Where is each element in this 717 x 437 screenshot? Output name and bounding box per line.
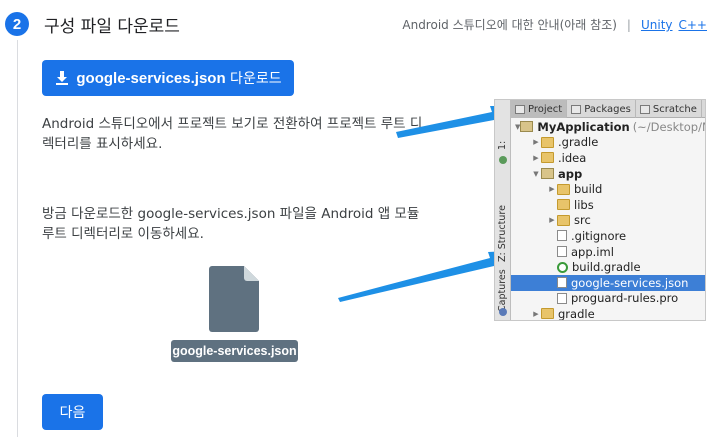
- ide-side-toolbar: 1: Z: Structure Captures: [495, 100, 511, 320]
- step-number-badge: 2: [5, 12, 29, 36]
- side-tab-captures[interactable]: Captures: [497, 262, 509, 312]
- download-suffix: 다운로드: [225, 71, 282, 87]
- tree-item-label: app.iml: [571, 244, 614, 259]
- tree-item-label: .idea: [558, 150, 587, 165]
- tree-item-label: google-services.json: [571, 275, 689, 290]
- tree-item[interactable]: build.gradle: [511, 259, 705, 275]
- tree-item[interactable]: ▼ app: [511, 166, 705, 182]
- ide-view-tabs: Project Packages Scratche: [511, 100, 705, 118]
- android-studio-project-panel: 1: Z: Structure Captures Project Package…: [494, 99, 706, 321]
- step-rail-divider: [17, 40, 18, 437]
- file-name-chip: google-services.json: [171, 340, 298, 362]
- tree-item-label: proguard-rules.pro: [571, 291, 679, 306]
- folder-icon: [541, 136, 554, 148]
- tree-item-label: src: [574, 213, 591, 228]
- tree-item[interactable]: ▶ gradle: [511, 306, 705, 321]
- ide-tab-packages[interactable]: Packages: [567, 100, 636, 118]
- side-tab-project[interactable]: 1:: [497, 126, 509, 150]
- expand-right-icon[interactable]: ▶: [547, 185, 557, 193]
- tree-item-label: build: [574, 182, 603, 197]
- instruction-move-file: 방금 다운로드한 google-services.json 파일을 Androi…: [42, 206, 420, 242]
- expand-right-icon[interactable]: ▶: [531, 138, 541, 146]
- project-file-tree: ▼MyApplication(~/Desktop/My▶.gradle▶.ide…: [511, 119, 705, 321]
- ide-tab-project[interactable]: Project: [511, 100, 568, 118]
- download-config-button[interactable]: google-services.json 다운로드: [42, 60, 294, 96]
- folder-icon: [557, 183, 570, 195]
- project-view-icon: [515, 104, 525, 114]
- captures-icon: [499, 308, 507, 316]
- expand-right-icon[interactable]: ▶: [531, 154, 541, 162]
- file-icon: [557, 230, 567, 242]
- tree-item-label: app: [558, 166, 583, 181]
- tree-item-path: (~/Desktop/My: [632, 119, 705, 134]
- tree-item-label: libs: [574, 197, 594, 212]
- ide-tab-packages-label: Packages: [584, 103, 631, 115]
- file-icon: [557, 292, 567, 304]
- download-icon: [56, 71, 69, 85]
- tree-item[interactable]: ▶ .gradle: [511, 135, 705, 151]
- tree-item[interactable]: ▶ src: [511, 213, 705, 229]
- tree-item[interactable]: .gitignore: [511, 228, 705, 244]
- ide-tab-scratches-label: Scratche: [652, 103, 697, 115]
- side-tab-structure[interactable]: Z: Structure: [497, 176, 509, 262]
- guide-text: Android 스튜디오에 대한 안내(아래 참조): [402, 18, 617, 32]
- ide-tab-scratches[interactable]: Scratche: [636, 100, 702, 118]
- structure-icon: [499, 156, 507, 164]
- scratches-view-icon: [639, 104, 650, 114]
- tree-item[interactable]: ▶ .idea: [511, 150, 705, 166]
- tree-item[interactable]: ▼MyApplication(~/Desktop/My: [511, 119, 705, 135]
- module-folder-icon: [541, 168, 554, 180]
- expand-right-icon[interactable]: ▶: [531, 310, 541, 318]
- file-icon: [557, 277, 567, 289]
- folder-icon: [557, 214, 570, 226]
- folder-icon: [557, 199, 570, 211]
- tree-item-label: .gitignore: [571, 228, 627, 243]
- cpp-link[interactable]: C++: [679, 18, 708, 32]
- tree-item[interactable]: ▶ build: [511, 181, 705, 197]
- tree-item-label: gradle: [558, 306, 595, 321]
- file-icon: [557, 246, 567, 258]
- step-title: 구성 파일 다운로드: [44, 17, 180, 37]
- unity-link[interactable]: Unity: [641, 18, 673, 32]
- folder-icon: [541, 308, 554, 320]
- tree-item-label: .gradle: [558, 135, 599, 150]
- gradle-icon: [557, 261, 568, 273]
- ide-tab-project-label: Project: [528, 103, 563, 115]
- instruction-switch-view: Android 스튜디오에서 프로젝트 보기로 전환하여 프로젝트 루트 디렉터…: [42, 116, 423, 152]
- folder-icon: [541, 152, 554, 164]
- packages-view-icon: [571, 104, 582, 114]
- expand-down-icon[interactable]: ▼: [531, 170, 541, 178]
- tree-item-label: build.gradle: [572, 260, 641, 275]
- tree-item[interactable]: app.iml: [511, 244, 705, 260]
- json-file-icon: [209, 266, 259, 332]
- module-folder-icon: [520, 121, 534, 133]
- download-file-label: google-services.json: [76, 69, 226, 87]
- tree-item[interactable]: proguard-rules.pro: [511, 291, 705, 307]
- next-button[interactable]: 다음: [42, 394, 103, 430]
- tree-item[interactable]: libs: [511, 197, 705, 213]
- expand-right-icon[interactable]: ▶: [547, 216, 557, 224]
- tree-item[interactable]: google-services.json: [511, 274, 705, 291]
- tree-item-label: MyApplication: [537, 119, 630, 134]
- platform-guide: Android 스튜디오에 대한 안내(아래 참조) | Unity C++: [402, 16, 707, 33]
- guide-separator: |: [626, 18, 631, 32]
